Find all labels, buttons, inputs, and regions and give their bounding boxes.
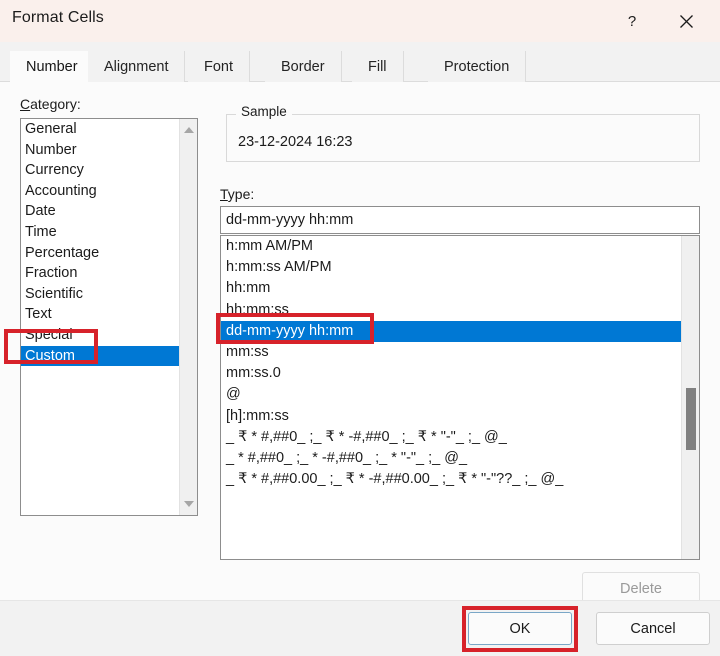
type-listbox[interactable]: h:mm AM/PM h:mm:ss AM/PM hh:mm hh:mm:ss … (220, 235, 700, 560)
type-item-elapsed-hmmss[interactable]: [h]:mm:ss (221, 406, 682, 427)
tab-font[interactable]: Font (188, 51, 251, 82)
help-icon[interactable]: ? (612, 4, 652, 38)
type-item-mmss0[interactable]: mm:ss.0 (221, 363, 682, 384)
triangle-up-icon[interactable] (180, 121, 197, 139)
type-item-accounting-rupee-2dp[interactable]: _ ₹ * #,##0.00_ ;_ ₹ * -#,##0.00_ ;_ ₹ *… (221, 469, 682, 490)
tab-number[interactable]: Number (10, 51, 95, 82)
category-scrollbar[interactable] (179, 119, 197, 515)
category-item-custom[interactable]: Custom (21, 345, 179, 367)
type-scrollbar[interactable] (681, 236, 699, 559)
dialog-titlebar: Format Cells ? (0, 0, 720, 42)
close-icon[interactable] (666, 4, 706, 38)
tab-protection[interactable]: Protection (428, 51, 527, 82)
type-item-hhmm[interactable]: hh:mm (221, 278, 682, 299)
type-item-accounting-plain-0[interactable]: _ * #,##0_ ;_ * -#,##0_ ;_ * "-"_ ;_ @_ (221, 448, 682, 469)
tab-border[interactable]: Border (265, 51, 342, 82)
category-item-general[interactable]: General (21, 119, 179, 140)
category-item-currency[interactable]: Currency (21, 160, 179, 181)
type-item-at[interactable]: @ (221, 384, 682, 405)
format-cells-dialog: Format Cells ? Number Alignment Font Bor… (0, 0, 720, 656)
category-item-accounting[interactable]: Accounting (21, 181, 179, 202)
category-item-scientific[interactable]: Scientific (21, 284, 179, 305)
type-item-hhmmss[interactable]: hh:mm:ss (221, 300, 682, 321)
type-input[interactable] (220, 206, 700, 234)
category-item-percentage[interactable]: Percentage (21, 243, 179, 264)
category-item-time[interactable]: Time (21, 222, 179, 243)
sample-value: 23-12-2024 16:23 (238, 134, 353, 150)
type-item-hmm-ampm[interactable]: h:mm AM/PM (221, 236, 682, 257)
type-label: Type: (220, 186, 255, 202)
type-item-hmmss-ampm[interactable]: h:mm:ss AM/PM (221, 257, 682, 278)
category-listbox[interactable]: General Number Currency Accounting Date … (20, 118, 198, 516)
category-item-special[interactable]: Special (21, 325, 179, 346)
category-label: Category: (20, 96, 81, 112)
number-tab-panel: Category: General Number Currency Accoun… (0, 82, 720, 638)
tab-strip: Number Alignment Font Border Fill Protec… (0, 42, 720, 82)
dialog-title: Format Cells (12, 9, 104, 26)
tab-fill[interactable]: Fill (352, 51, 404, 82)
tab-alignment[interactable]: Alignment (88, 51, 186, 82)
type-item-mmss[interactable]: mm:ss (221, 342, 682, 363)
type-list: h:mm AM/PM h:mm:ss AM/PM hh:mm hh:mm:ss … (221, 236, 682, 490)
category-list: General Number Currency Accounting Date … (21, 119, 179, 367)
triangle-down-icon[interactable] (180, 495, 197, 513)
type-item-accounting-rupee-0[interactable]: _ ₹ * #,##0_ ;_ ₹ * -#,##0_ ;_ ₹ * "-"_ … (221, 427, 682, 448)
category-item-text[interactable]: Text (21, 304, 179, 325)
ok-button[interactable]: OK (468, 612, 572, 645)
cancel-button[interactable]: Cancel (596, 612, 710, 645)
type-item-selected[interactable]: dd-mm-yyyy hh:mm (221, 320, 682, 342)
category-item-fraction[interactable]: Fraction (21, 263, 179, 284)
category-item-date[interactable]: Date (21, 201, 179, 222)
sample-legend: Sample (236, 104, 292, 119)
type-scrollbar-thumb[interactable] (686, 388, 696, 450)
category-item-number[interactable]: Number (21, 140, 179, 161)
